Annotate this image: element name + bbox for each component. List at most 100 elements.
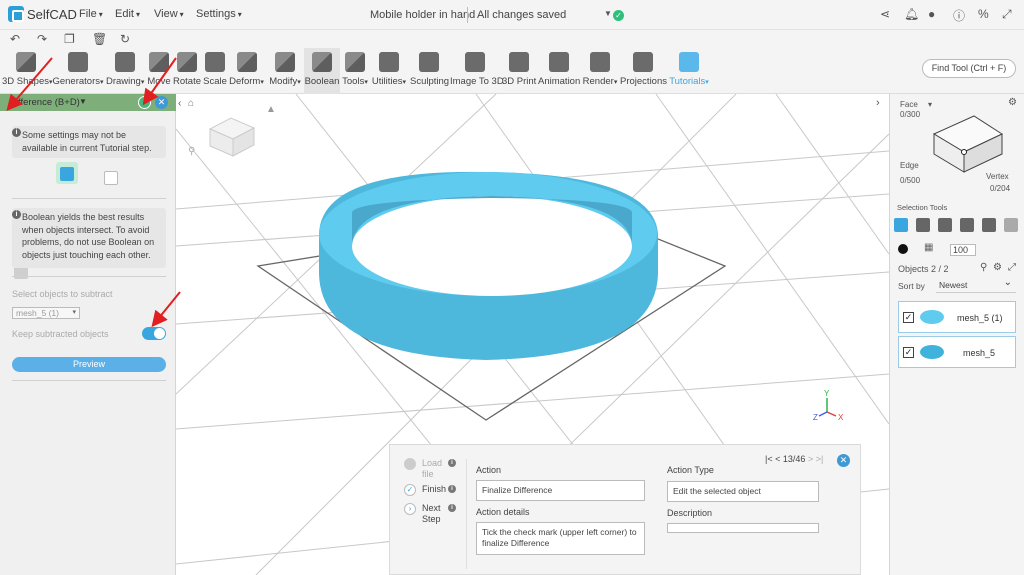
tool-drawing[interactable]: Drawing — [106, 48, 144, 94]
tool-projections[interactable]: Projections — [620, 48, 667, 94]
edge-count: 0/500 — [900, 176, 921, 185]
panel-title[interactable]: Difference (B+D) — [9, 97, 80, 108]
prev-step-icon[interactable]: < — [775, 454, 780, 464]
units-icon[interactable]: % — [978, 7, 989, 21]
tool-move[interactable]: Move — [146, 48, 172, 94]
chevron-right-icon: › — [404, 503, 416, 515]
next-step-icon[interactable]: > — [808, 454, 813, 464]
subtract-object-select[interactable]: mesh_5 (1) — [12, 307, 80, 319]
menu-settings[interactable]: Settings — [196, 8, 242, 20]
tool-render[interactable]: Render — [582, 48, 618, 94]
select-vertex-icon[interactable] — [960, 218, 974, 232]
brush-pattern-icon[interactable]: ▦ — [924, 242, 933, 253]
tutorial-close-icon[interactable]: ✕ — [837, 454, 850, 467]
difference-icon[interactable] — [56, 162, 78, 184]
brush-circle-icon[interactable] — [898, 244, 908, 254]
step-next[interactable]: › Next Step i — [404, 503, 474, 527]
tool-rotate[interactable]: Rotate — [173, 48, 201, 94]
fullscreen-icon[interactable]: ⤢ — [1002, 7, 1012, 22]
menu-view[interactable]: View — [154, 8, 184, 20]
collapse-left-icon[interactable]: ‹ — [178, 98, 181, 109]
info-icon[interactable]: i — [448, 485, 456, 493]
ring-object[interactable] — [319, 171, 658, 360]
copy-icon[interactable]: ❐ — [64, 32, 75, 46]
tool-tutorials[interactable]: Tutorials — [668, 48, 710, 94]
filter-icon[interactable]: ▼ — [79, 97, 87, 106]
tool-tools[interactable]: Tools — [341, 48, 369, 94]
first-step-icon[interactable]: |< — [765, 454, 773, 464]
drawing-icon — [115, 52, 135, 72]
user-icon[interactable]: ● — [928, 7, 935, 21]
menu-bar: SelfCAD File Edit View Settings Mobile h… — [0, 0, 1024, 30]
image-to-3d-icon — [465, 52, 485, 72]
notifications-icon[interactable]: 🔔︎ — [904, 7, 919, 21]
axis-z-label: Z — [813, 413, 818, 422]
reset-icon[interactable]: ↻ — [120, 32, 130, 46]
action-field: Finalize Difference — [476, 480, 645, 501]
tool-sculpting[interactable]: Sculpting — [410, 48, 449, 94]
last-step-icon[interactable]: >| — [816, 454, 824, 464]
menu-edit[interactable]: Edit — [115, 8, 140, 20]
tool-boolean[interactable]: Boolean — [304, 48, 340, 94]
tool-generators[interactable]: Generators — [52, 48, 104, 94]
perspective-icon[interactable]: ▲ — [266, 104, 276, 115]
info-icon[interactable]: ⓘ — [953, 7, 965, 24]
find-tool-button[interactable]: Find Tool (Ctrl + F) — [922, 59, 1016, 78]
save-dropdown-icon[interactable]: ▼ — [604, 9, 612, 18]
tool-label: Modify — [267, 76, 303, 87]
selfcad-logo[interactable]: SelfCAD — [8, 6, 77, 22]
selection-mode-cube[interactable] — [928, 106, 1010, 176]
select-solid-icon[interactable] — [982, 218, 996, 232]
tool-label: Generators — [52, 76, 104, 87]
divider — [466, 459, 467, 569]
tool-image-to-3d[interactable]: Image To 3D — [450, 48, 504, 94]
expand-icon[interactable]: ⤢ — [1008, 262, 1016, 273]
object-row[interactable]: ✓ mesh_5 — [898, 336, 1016, 368]
action-label: Action — [476, 465, 502, 475]
select-object-icon[interactable] — [894, 218, 908, 232]
intersection-icon[interactable] — [100, 166, 122, 188]
home-icon[interactable]: ⌂ — [188, 98, 194, 109]
undo-icon[interactable]: ↶ — [10, 32, 20, 46]
step-load-file[interactable]: Load file i — [404, 458, 474, 482]
tool-deform[interactable]: Deform — [228, 48, 265, 94]
step-finish[interactable]: ✓ Finish i — [404, 484, 474, 498]
info-icon[interactable]: i — [448, 504, 456, 512]
object-checkbox[interactable]: ✓ — [903, 347, 914, 358]
step-counter: 13/46 — [782, 454, 806, 464]
tool-modify[interactable]: Modify — [267, 48, 303, 94]
tool-3d-shapes[interactable]: 3D Shapes — [2, 48, 50, 94]
tool-animation[interactable]: Animation — [538, 48, 580, 94]
confirm-check-icon[interactable] — [138, 96, 151, 109]
tool-utilities[interactable]: Utilities — [371, 48, 407, 94]
delete-icon[interactable]: 🗑︎ — [92, 32, 107, 46]
sort-select[interactable]: Newest — [936, 277, 1016, 293]
share-icon[interactable]: ⋖ — [880, 7, 890, 21]
keep-subtracted-toggle[interactable] — [142, 327, 166, 340]
scale-icon — [205, 52, 225, 72]
object-checkbox[interactable]: ✓ — [903, 312, 914, 323]
object-row[interactable]: ✓ mesh_5 (1) — [898, 301, 1016, 333]
save-status: All changes saved — [477, 9, 567, 21]
sort-label: Sort by — [898, 281, 925, 291]
objects-count-label: Objects 2 / 2 — [898, 264, 949, 274]
close-icon[interactable]: ✕ — [155, 96, 168, 109]
tool-label: 3D Print — [502, 76, 537, 87]
view-cube[interactable] — [208, 117, 256, 157]
search-icon[interactable]: ⚲ — [980, 262, 987, 273]
select-edge-icon[interactable] — [938, 218, 952, 232]
select-brush-icon[interactable] — [1004, 218, 1018, 232]
project-name[interactable]: Mobile holder in hand — [370, 9, 475, 21]
light-icon[interactable]: ⚲ — [188, 146, 195, 157]
tool-scale[interactable]: Scale — [203, 48, 227, 94]
preview-button[interactable]: Preview — [12, 357, 166, 372]
objects-settings-icon[interactable]: ⚙ — [993, 262, 1002, 273]
tool-3d-print[interactable]: 3D Print — [502, 48, 536, 94]
select-face-icon[interactable] — [916, 218, 930, 232]
redo-icon[interactable]: ↷ — [37, 32, 47, 46]
info-icon[interactable]: i — [448, 459, 456, 467]
menu-file[interactable]: File — [79, 8, 103, 20]
brush-size-input[interactable]: 100 — [950, 244, 976, 256]
check-icon: ✓ — [404, 484, 416, 496]
collapse-right-icon[interactable]: › — [876, 97, 880, 109]
